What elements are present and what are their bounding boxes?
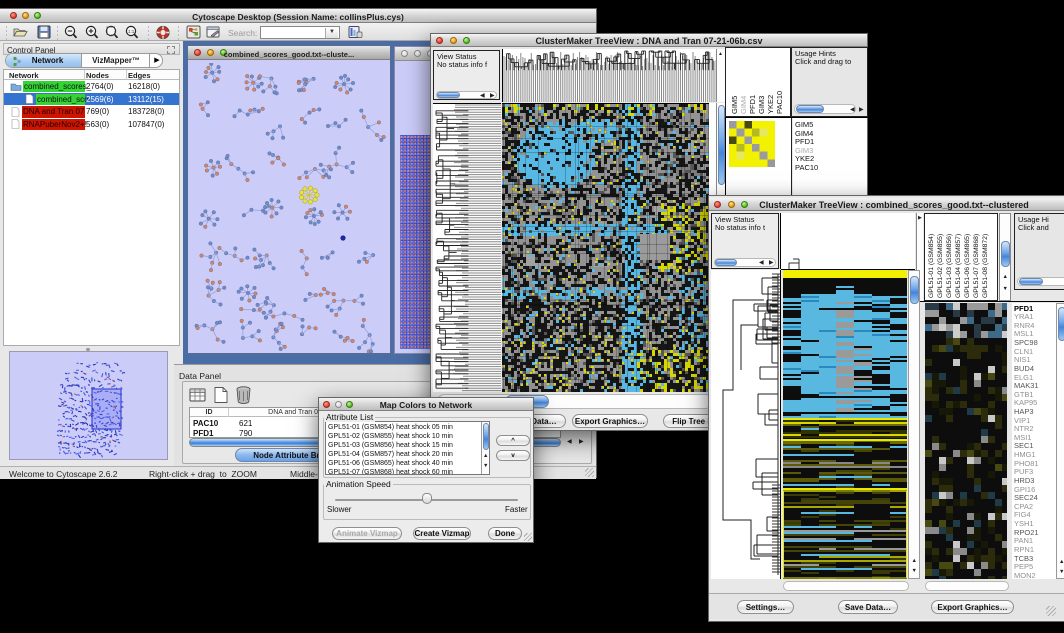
svg-text:1:1: 1:1 bbox=[128, 29, 135, 34]
